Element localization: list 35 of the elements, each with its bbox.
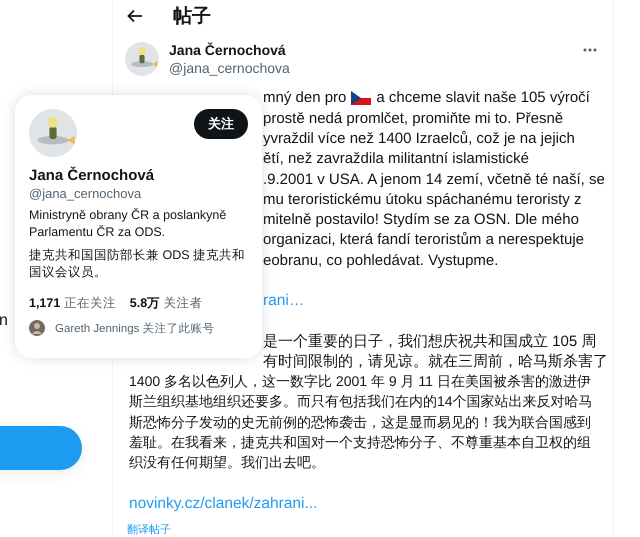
post-text: 有时间限制的，请见谅。就在三周前，哈马斯杀害了	[263, 352, 608, 372]
post-text: eobranu, co pohledávat. Vystupme.	[263, 252, 498, 269]
profile-name[interactable]: Jana Černochová	[29, 167, 248, 184]
post-text: 斯兰组织基地组织还要多。而只有包括我们在内的14个国家站出来反对哈马	[129, 393, 593, 412]
post-text: 织没有任何期望。我们出去吧。	[129, 454, 325, 472]
post-text: mný den pro	[263, 89, 346, 106]
profile-bio: Ministryně obrany ČR a poslankyně Parlamentu ČR za ODS.	[29, 207, 228, 241]
follow-button[interactable]: 关注	[194, 109, 248, 139]
post-text: mitelně postavilo! Stydím se za OSN. Dle mého	[263, 211, 579, 228]
user-avatar-icon	[29, 320, 45, 336]
profile-handle: @jana_cernochova	[29, 186, 142, 201]
avatar-image	[29, 109, 77, 157]
back-arrow-icon[interactable]	[127, 8, 143, 23]
following-stat[interactable]: 1,171 正在关注	[29, 295, 116, 312]
author-name[interactable]: Jana Černochová	[169, 42, 573, 58]
avatar-image	[125, 42, 159, 76]
more-icon[interactable]	[583, 48, 597, 52]
post-text: 羞耻。在我看来，捷克共和国对一个支持恐怖分子、不尊重基本自卫权的组	[129, 434, 591, 452]
post-text: a chceme slavit naše 105 výročí	[376, 89, 590, 106]
followed-by-text: Gareth Jennings 关注了此账号	[55, 321, 215, 336]
post-text: 斯恐怖分子发动的史无前例的恐怖袭击，这是显而易见的！我为联合国感到	[129, 414, 591, 432]
post-text: mu teroristickému útoku spáchanému teroristy z	[263, 190, 582, 208]
post-text: 1400 多名以色列人，这一数字比 2001 年 9 月 11 日在美国被杀害的激进伊	[129, 373, 591, 392]
sidebar-text: n	[0, 312, 8, 330]
author-handle[interactable]: @jana_cernochova	[169, 60, 573, 76]
post-text: 是一个重要的日子，我们想庆祝共和国成立 105 周	[263, 332, 596, 351]
page-title: 帖子	[173, 4, 211, 29]
post-button[interactable]	[0, 426, 82, 470]
post-text: .9.2001 v USA. A jenom 14 zemí, včetně té naší, se	[263, 170, 605, 188]
post-text: yvraždil více než 1400 Izraelců, což je na jejich	[263, 130, 575, 147]
post-text: organizaci, která fandí teroristům a nerespektuje	[263, 231, 584, 248]
post-text: prostě nedá promlčet, promiňte mi to. Přesně	[263, 110, 564, 127]
followers-stat[interactable]: 5.8万 关注者	[130, 295, 203, 312]
profile-bio: 捷克共和国国防部长兼 ODS 捷克共和国议会议员。	[29, 247, 246, 281]
post-text: ětí, než zavraždila militantní islamistické	[263, 150, 529, 168]
